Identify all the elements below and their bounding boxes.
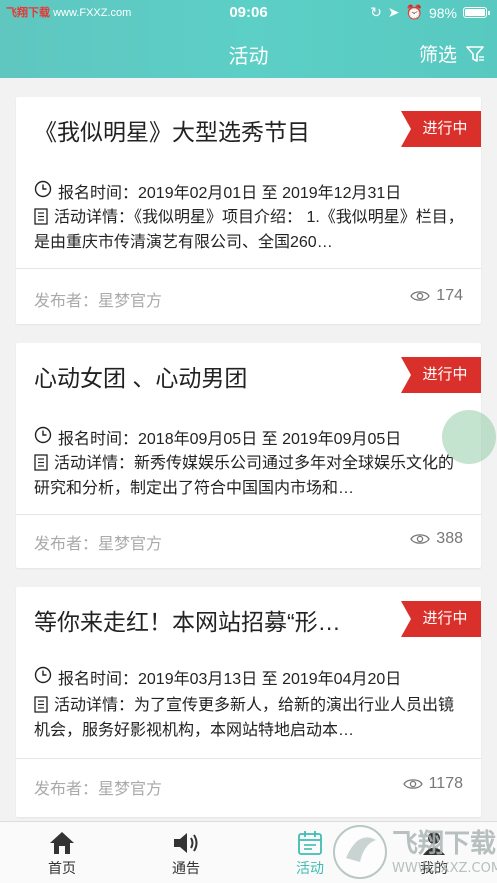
signup-text: 报名时间：2019年02月01日 至 2019年12月31日 [58,185,402,202]
home-icon [50,832,74,854]
assistive-touch[interactable] [442,410,496,464]
eye-icon [410,291,431,301]
publisher: 发布者：星梦官方 [34,536,163,553]
signup-text: 报名时间：2018年09月05日 至 2019年09月05日 [58,431,402,448]
activity-title: 《我似明星》大型选秀节目 [34,119,310,145]
divider [16,268,481,269]
status-badge: 进行中 [401,111,481,147]
status-badge: 进行中 [401,357,481,393]
activity-card[interactable]: 心动女团 、心动男团 进行中 报名时间：2018年09月05日 至 2019年0… [16,343,481,568]
site-watermark: 飞翔下载 WWW.FXXZ.COM [333,825,497,879]
activity-detail: 活动详情：新秀传媒娱乐公司通过多年对全球娱乐文化的研究和分析，制定出了符合中国国… [34,451,464,501]
view-count: 1178 [402,775,463,793]
views-value: 388 [436,530,463,547]
detail-text: 活动详情：为了宣传更多新人，给新的演出行业人员出镜机会，服务好影视机构，本网站特… [34,697,455,739]
document-icon [34,696,48,713]
battery-icon [463,7,490,18]
document-icon [34,454,48,471]
publisher: 发布者：星梦官方 [34,781,163,798]
signup-time: 报名时间：2019年03月13日 至 2019年04月20日 [34,665,401,689]
publisher: 发布者：星梦官方 [34,293,163,310]
app-header: 飞翔下载 www.FXXZ.com 09:06 ↻ ➤ ⏰ 98% 活动 筛选 [0,0,497,78]
activity-card[interactable]: 等你来走红！本网站招募“形… 进行中 报名时间：2019年03月13日 至 20… [16,587,481,817]
filter-button[interactable]: 筛选 [419,40,485,67]
status-icons: ↻ ➤ ⏰ 98% [370,4,490,21]
activity-detail: 活动详情：《我似明星》项目介绍： 1.《我似明星》栏目，是由重庆市传清演艺有限公… [34,205,464,255]
document-icon [34,208,48,225]
tab-label: 通告 [172,860,200,876]
battery-percent: 98% [428,4,457,21]
signup-time: 报名时间：2018年09月05日 至 2019年09月05日 [34,425,401,449]
views-value: 174 [436,287,463,304]
view-count: 388 [410,530,463,548]
watermark-url: WWW.FXXZ.COM [392,861,497,876]
watermark-text: 飞翔下载 [392,829,496,859]
status-badge: 进行中 [401,601,481,637]
divider [16,514,481,515]
clock-icon [34,180,52,198]
activity-title: 心动女团 、心动男团 [34,365,248,391]
location-icon: ➤ [387,4,400,20]
filter-label: 筛选 [418,45,457,66]
eye-icon [402,779,423,789]
tab-label: 活动 [296,860,324,876]
alarm-icon: ⏰ [405,4,423,20]
divider [16,758,481,759]
activity-detail: 活动详情：为了宣传更多新人，给新的演出行业人员出镜机会，服务好影视机构，本网站特… [34,693,464,743]
filter-icon [466,45,484,62]
clock-icon [34,426,52,444]
calendar-icon [298,831,322,855]
tab-label: 首页 [48,860,76,876]
signup-text: 报名时间：2019年03月13日 至 2019年04月20日 [58,671,402,688]
status-bar: 飞翔下载 www.FXXZ.com 09:06 ↻ ➤ ⏰ 98% [0,0,497,26]
detail-text: 活动详情：《我似明星》项目介绍： 1.《我似明星》栏目，是由重庆市传清演艺有限公… [34,209,464,251]
rotation-lock-icon: ↻ [370,4,382,20]
signup-time: 报名时间：2019年02月01日 至 2019年12月31日 [34,179,401,203]
tab-home[interactable]: 首页 [0,822,124,883]
detail-text: 活动详情：新秀传媒娱乐公司通过多年对全球娱乐文化的研究和分析，制定出了符合中国国… [34,455,455,497]
speaker-icon [174,833,198,853]
view-count: 174 [410,287,463,305]
clock-icon [34,666,52,684]
tab-notices[interactable]: 通告 [124,822,248,883]
eye-icon [410,534,431,544]
activity-card[interactable]: 《我似明星》大型选秀节目 进行中 报名时间：2019年02月01日 至 2019… [16,97,481,324]
activity-title: 等你来走红！本网站招募“形… [34,609,341,635]
views-value: 1178 [428,775,463,792]
